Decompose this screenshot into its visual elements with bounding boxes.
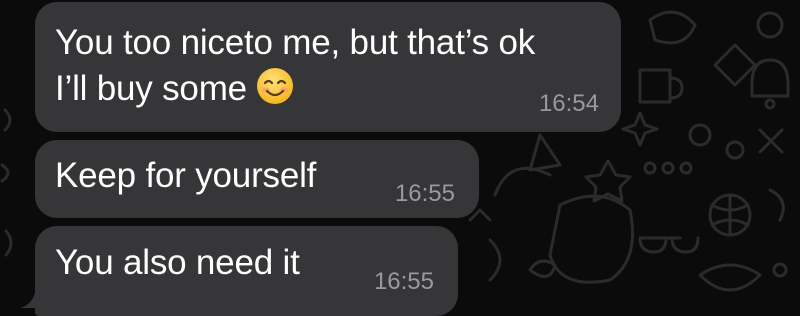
message-timestamp: 16:54 xyxy=(538,90,599,117)
message-bubble[interactable]: You too niceto me, but that’s ok I’ll bu… xyxy=(35,2,621,132)
message-line: Keep for yourself xyxy=(55,156,317,195)
message-text: Keep for yourself xyxy=(55,153,316,199)
message-line: You also need it xyxy=(55,243,300,282)
chat-thread: You too niceto me, but that’s ok I’ll bu… xyxy=(0,0,800,316)
message-bubble[interactable]: You also need it 16:55 xyxy=(35,226,458,316)
message-timestamp: 16:55 xyxy=(394,180,455,207)
message-text: You too niceto me, but that’s ok I’ll bu… xyxy=(55,20,535,112)
message-line: You too niceto me, but that’s ok xyxy=(55,23,536,62)
bubble-tail-icon xyxy=(20,288,50,308)
message-line: I’ll buy some xyxy=(55,69,247,108)
message-timestamp: 16:55 xyxy=(373,268,434,295)
message-bubble[interactable]: Keep for yourself 16:55 xyxy=(35,140,479,218)
message-text: You also need it xyxy=(55,240,300,286)
smiling-face-icon xyxy=(256,68,293,104)
